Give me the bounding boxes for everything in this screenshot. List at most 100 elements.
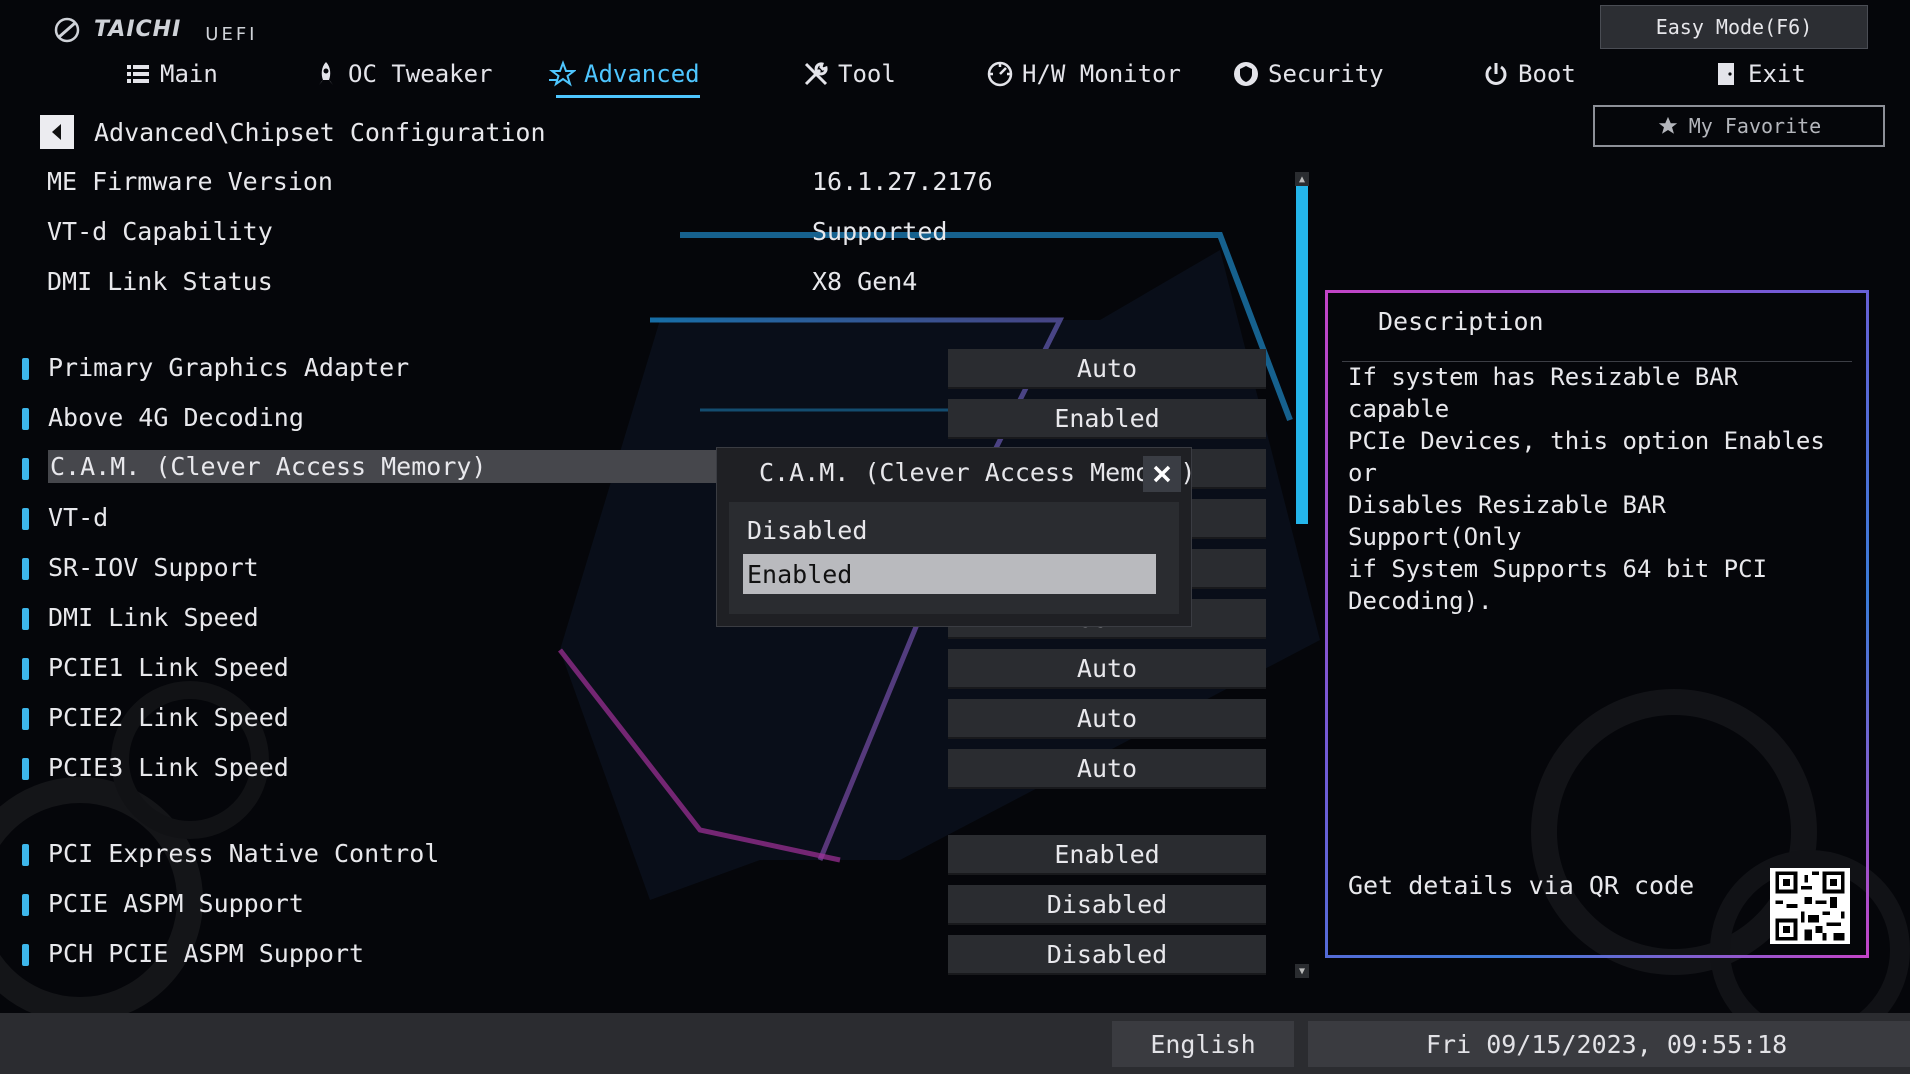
info-label: DMI Link Status xyxy=(47,267,273,296)
row-marker xyxy=(22,708,29,730)
tools-icon xyxy=(804,62,828,86)
tab-advanced-label: Advanced xyxy=(584,60,700,88)
info-row-dmi-link-status: DMI Link Status X8 Gen4 xyxy=(0,263,1270,303)
settings-scrollbar[interactable]: ▲ ▼ xyxy=(1295,172,1309,978)
setting-pch-pcie-aspm-support[interactable]: PCH PCIE ASPM Support Disabled xyxy=(0,935,1270,975)
info-label: VT-d Capability xyxy=(47,217,273,246)
setting-value-dropdown[interactable]: Disabled xyxy=(948,885,1266,925)
qr-code-icon xyxy=(1770,868,1850,944)
setting-value-dropdown[interactable]: Disabled xyxy=(948,935,1266,975)
star-icon xyxy=(549,60,576,87)
setting-label: PCIE2 Link Speed xyxy=(48,703,289,732)
brand-name: TAICHI xyxy=(94,17,182,42)
brand-suffix: UEFI xyxy=(205,24,258,45)
tab-tool[interactable]: Tool xyxy=(802,56,896,92)
tab-boot[interactable]: Boot xyxy=(1482,56,1576,92)
setting-above-4g-decoding[interactable]: Above 4G Decoding Enabled xyxy=(0,399,1270,439)
row-marker xyxy=(22,608,29,630)
breadcrumb: Advanced\Chipset Configuration xyxy=(40,115,546,149)
setting-label: PCIE3 Link Speed xyxy=(48,753,289,782)
tab-boot-label: Boot xyxy=(1518,60,1576,88)
list-icon xyxy=(127,65,149,83)
date-time-display[interactable]: Fri 09/15/2023, 09:55:18 xyxy=(1308,1021,1910,1067)
info-value: Supported xyxy=(812,217,948,246)
row-marker xyxy=(22,944,29,966)
setting-value-dropdown[interactable]: Enabled xyxy=(948,835,1266,875)
setting-value-dropdown[interactable]: Auto xyxy=(948,649,1266,689)
option-popup: C.A.M. (Clever Access Memory) Disabled E… xyxy=(716,447,1196,627)
row-marker xyxy=(22,458,29,480)
setting-label: C.A.M. (Clever Access Memory) xyxy=(48,450,720,483)
description-heading: Description xyxy=(1378,307,1544,336)
scroll-down-arrow-icon[interactable]: ▼ xyxy=(1295,964,1309,978)
rocket-icon xyxy=(319,62,333,85)
row-marker xyxy=(22,844,29,866)
shield-icon xyxy=(1234,62,1258,86)
setting-pcie-aspm-support[interactable]: PCIE ASPM Support Disabled xyxy=(0,885,1270,925)
star-icon xyxy=(1658,116,1677,134)
popup-option-disabled[interactable]: Disabled xyxy=(743,510,1156,550)
setting-label: DMI Link Speed xyxy=(48,603,259,632)
setting-label: PCI Express Native Control xyxy=(48,839,440,868)
info-value: 16.1.27.2176 xyxy=(812,167,993,196)
row-marker xyxy=(22,558,29,580)
row-marker xyxy=(22,408,29,430)
tab-hw-monitor[interactable]: H/W Monitor xyxy=(986,56,1181,92)
close-icon xyxy=(1153,465,1171,483)
tab-advanced[interactable]: Advanced xyxy=(548,56,700,98)
easy-mode-button[interactable]: Easy Mode(F6) xyxy=(1600,5,1868,49)
my-favorite-label: My Favorite xyxy=(1688,114,1822,138)
setting-pcie1-link-speed[interactable]: PCIE1 Link Speed Auto xyxy=(0,649,1270,689)
setting-primary-graphics-adapter[interactable]: Primary Graphics Adapter Auto xyxy=(0,349,1270,389)
info-value: X8 Gen4 xyxy=(812,267,918,296)
scroll-thumb[interactable] xyxy=(1296,186,1308,524)
back-arrow-icon xyxy=(52,124,61,140)
setting-label: PCIE1 Link Speed xyxy=(48,653,289,682)
tab-tool-label: Tool xyxy=(838,60,896,88)
tab-security[interactable]: Security xyxy=(1232,56,1384,92)
popup-option-enabled[interactable]: Enabled xyxy=(743,554,1156,594)
breadcrumb-path: Advanced\Chipset Configuration xyxy=(94,117,546,147)
popup-title: C.A.M. (Clever Access Memory) xyxy=(759,458,1196,487)
setting-pcie2-link-speed[interactable]: PCIE2 Link Speed Auto xyxy=(0,699,1270,739)
brand-logo: TAICHI UEFI xyxy=(50,14,257,45)
info-row-me-firmware: ME Firmware Version 16.1.27.2176 xyxy=(0,163,1270,203)
row-marker xyxy=(22,658,29,680)
qr-caption: Get details via QR code xyxy=(1348,871,1695,900)
tab-main[interactable]: Main xyxy=(124,56,218,92)
taichi-logo-icon xyxy=(54,17,80,42)
row-marker xyxy=(22,358,29,380)
setting-label: SR-IOV Support xyxy=(48,553,259,582)
info-row-vtd-capability: VT-d Capability Supported xyxy=(0,213,1270,253)
setting-value-dropdown[interactable]: Auto xyxy=(948,749,1266,789)
tab-security-label: Security xyxy=(1268,60,1384,88)
tab-oc-tweaker[interactable]: OC Tweaker xyxy=(312,56,493,92)
setting-pci-express-native-control[interactable]: PCI Express Native Control Enabled xyxy=(0,835,1270,875)
gauge-icon xyxy=(987,61,1013,87)
setting-label: VT-d xyxy=(48,503,109,532)
my-favorite-button[interactable]: My Favorite xyxy=(1593,105,1885,147)
setting-label: Primary Graphics Adapter xyxy=(48,353,410,382)
tab-main-label: Main xyxy=(160,60,218,88)
popup-option-list: Disabled Enabled xyxy=(729,502,1179,614)
tab-exit[interactable]: Exit xyxy=(1712,56,1806,92)
description-panel: Description If system has Resizable BAR … xyxy=(1325,290,1869,958)
setting-label: PCH PCIE ASPM Support xyxy=(48,939,365,968)
popup-close-button[interactable] xyxy=(1143,456,1181,492)
tab-hw-monitor-label: H/W Monitor xyxy=(1022,60,1181,88)
language-selector[interactable]: English xyxy=(1112,1021,1294,1067)
setting-pcie3-link-speed[interactable]: PCIE3 Link Speed Auto xyxy=(0,749,1270,789)
tab-oc-tweaker-label: OC Tweaker xyxy=(348,60,493,88)
setting-value-dropdown[interactable]: Enabled xyxy=(948,399,1266,439)
row-marker xyxy=(22,758,29,780)
tab-exit-label: Exit xyxy=(1748,60,1806,88)
setting-value-dropdown[interactable]: Auto xyxy=(948,349,1266,389)
back-button[interactable] xyxy=(40,115,74,149)
setting-value-dropdown[interactable]: Auto xyxy=(948,699,1266,739)
setting-label: PCIE ASPM Support xyxy=(48,889,304,918)
info-label: ME Firmware Version xyxy=(47,167,333,196)
description-text: If system has Resizable BAR capable PCIe… xyxy=(1348,363,1825,615)
power-icon xyxy=(1485,63,1507,85)
exit-door-icon xyxy=(1718,63,1734,85)
scroll-up-arrow-icon[interactable]: ▲ xyxy=(1295,172,1309,186)
